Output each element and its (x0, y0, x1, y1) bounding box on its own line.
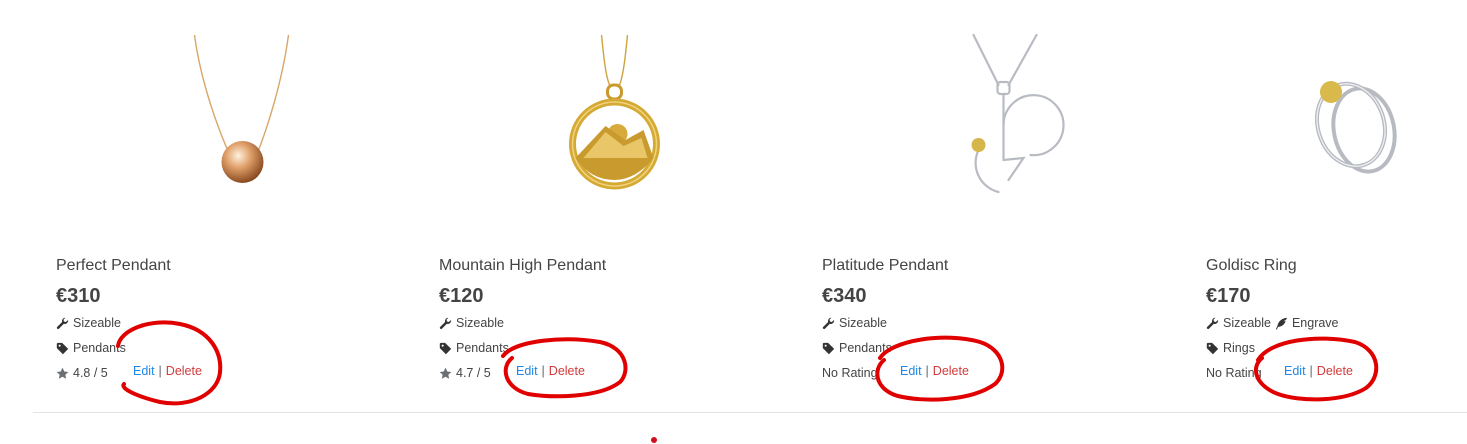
product-actions: Edit | Delete (1284, 364, 1353, 378)
product-price: €340 (822, 285, 867, 307)
delete-link[interactable]: Delete (166, 364, 202, 378)
wrench-icon (822, 317, 835, 330)
product-card: Perfect Pendant €310 Sizeable Pendants 4… (56, 0, 439, 410)
product-name[interactable]: Platitude Pendant (822, 256, 948, 276)
feature-label: Sizeable (456, 316, 504, 330)
star-icon (56, 367, 69, 380)
category-row: Pendants (439, 340, 606, 356)
product-image-platitude-pendant[interactable] (822, 30, 1205, 205)
category-row: Rings (1206, 340, 1339, 356)
product-card: Mountain High Pendant €120 Sizeable Pend… (439, 0, 822, 410)
product-name[interactable]: Perfect Pendant (56, 256, 171, 276)
wrench-icon (56, 317, 69, 330)
feather-icon (1275, 317, 1288, 330)
wrench-icon (439, 317, 452, 330)
rating-label: No Rating (822, 366, 878, 380)
rating-label: 4.8 / 5 (73, 366, 108, 380)
separator: | (925, 364, 929, 378)
product-image-goldisc-ring[interactable] (1206, 30, 1467, 205)
star-icon (439, 367, 452, 380)
product-info: Platitude Pendant €340 Sizeable Pendants… (822, 256, 948, 381)
category-label: Pendants (73, 341, 126, 355)
edit-link[interactable]: Edit (900, 364, 922, 378)
delete-link[interactable]: Delete (933, 364, 969, 378)
product-name[interactable]: Mountain High Pendant (439, 256, 606, 276)
product-actions: Edit | Delete (900, 364, 969, 378)
separator: | (541, 364, 545, 378)
product-price: €170 (1206, 285, 1251, 307)
product-actions: Edit | Delete (516, 364, 585, 378)
edit-link[interactable]: Edit (1284, 364, 1306, 378)
product-image-mountain-high-pendant[interactable] (439, 30, 822, 205)
feature-label: Sizeable (839, 316, 887, 330)
category-label: Pendants (839, 341, 892, 355)
delete-link[interactable]: Delete (1317, 364, 1353, 378)
product-name[interactable]: Goldisc Ring (1206, 256, 1339, 276)
category-row: Pendants (822, 340, 948, 356)
product-card: Goldisc Ring €170 Sizeable Engrave Rings… (1206, 0, 1467, 410)
rating-label: No Rating (1206, 366, 1262, 380)
pager-dot[interactable] (651, 437, 657, 443)
feature-row: Sizeable (822, 315, 948, 331)
tag-icon (1206, 342, 1219, 355)
category-label: Pendants (456, 341, 509, 355)
feature-row: Sizeable Engrave (1206, 315, 1339, 331)
tag-icon (822, 342, 835, 355)
product-actions: Edit | Delete (133, 364, 202, 378)
edit-link[interactable]: Edit (133, 364, 155, 378)
tag-icon (56, 342, 69, 355)
feature-label: Engrave (1291, 316, 1339, 330)
category-row: Pendants (56, 340, 171, 356)
grid-divider (33, 412, 1467, 413)
category-label: Rings (1223, 341, 1255, 355)
product-image-perfect-pendant[interactable] (56, 30, 439, 205)
product-price: €310 (56, 285, 101, 307)
product-info: Goldisc Ring €170 Sizeable Engrave Rings… (1206, 256, 1339, 381)
tag-icon (439, 342, 452, 355)
delete-link[interactable]: Delete (549, 364, 585, 378)
edit-link[interactable]: Edit (516, 364, 538, 378)
feature-row: Sizeable (56, 315, 171, 331)
product-info: Mountain High Pendant €120 Sizeable Pend… (439, 256, 606, 381)
rating-label: 4.7 / 5 (456, 366, 491, 380)
separator: | (1309, 364, 1313, 378)
separator: | (158, 364, 162, 378)
product-price: €120 (439, 285, 484, 307)
feature-label: Sizeable (73, 316, 121, 330)
product-card: Platitude Pendant €340 Sizeable Pendants… (822, 0, 1205, 410)
product-info: Perfect Pendant €310 Sizeable Pendants 4… (56, 256, 171, 381)
wrench-icon (1206, 317, 1219, 330)
feature-row: Sizeable (439, 315, 606, 331)
feature-label: Sizeable (1223, 316, 1271, 330)
